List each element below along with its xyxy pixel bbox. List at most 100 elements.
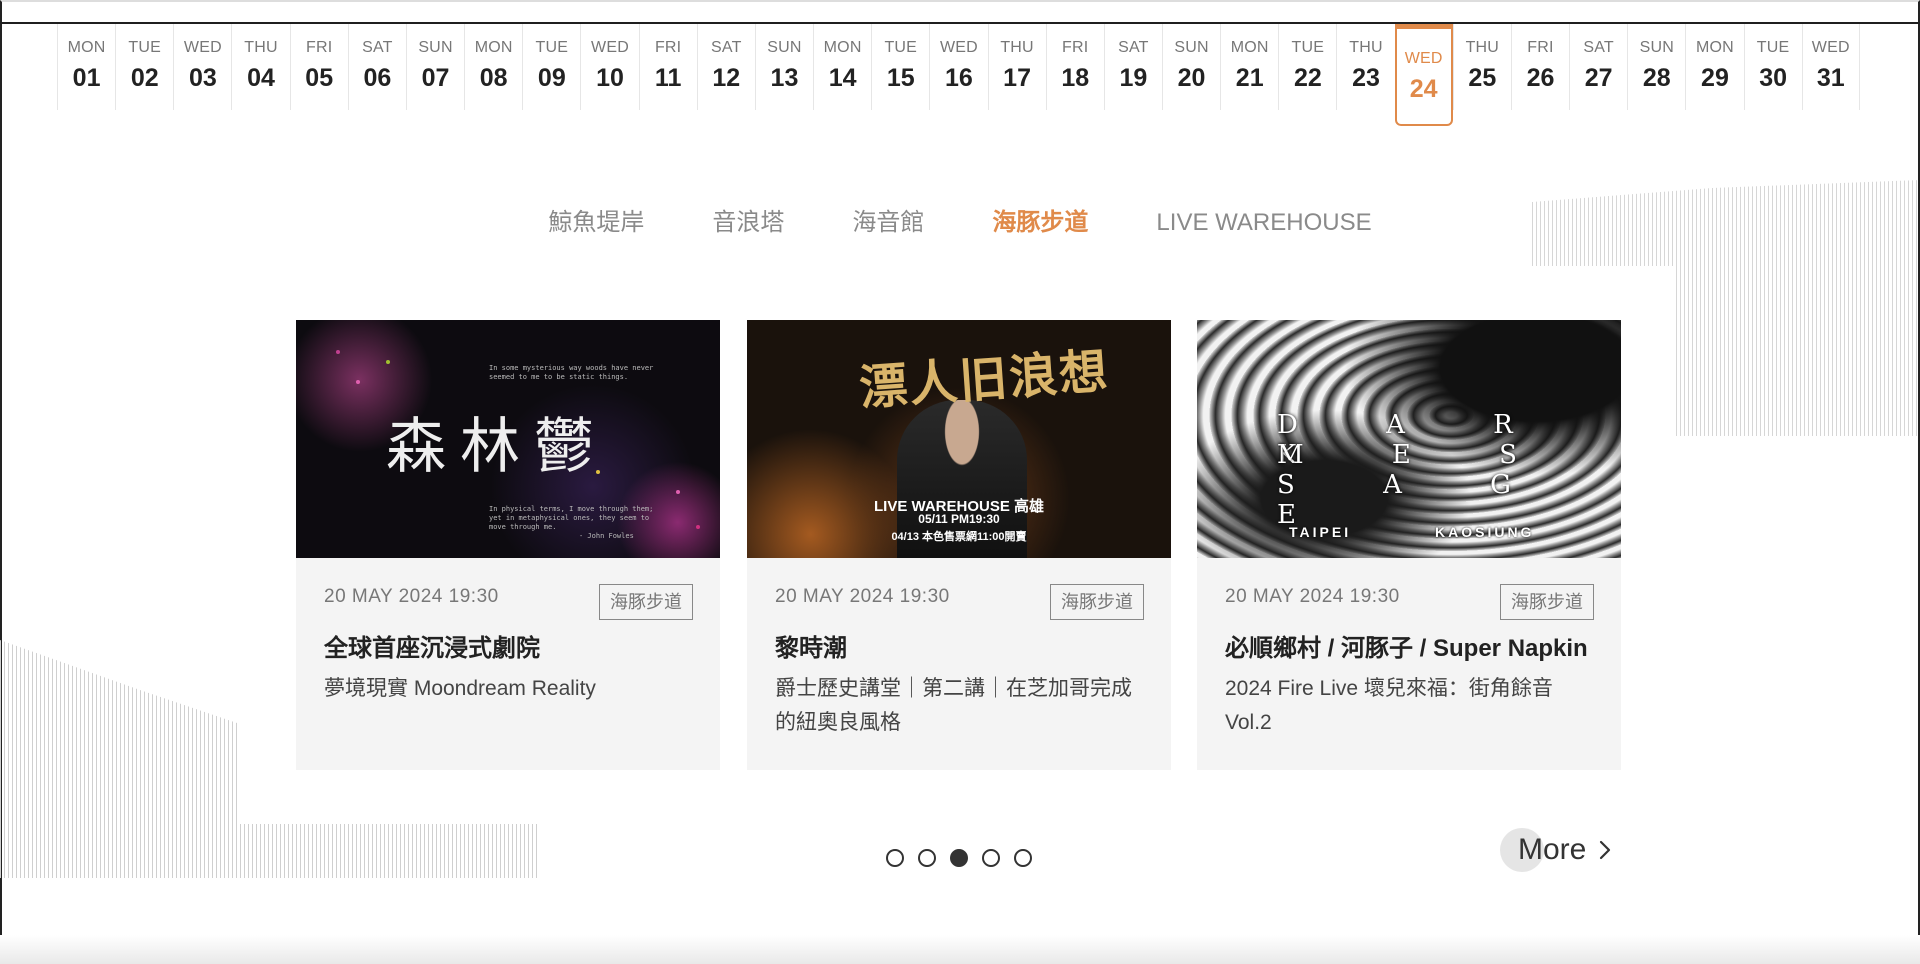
day-number: 12 <box>712 64 741 92</box>
day-name: WED <box>939 39 978 56</box>
day-cell-20[interactable]: SUN 20 <box>1161 24 1221 110</box>
day-cell-01[interactable]: MON 01 <box>57 24 116 110</box>
day-number: 09 <box>537 64 566 92</box>
day-cell-19[interactable]: SAT 19 <box>1103 24 1162 110</box>
more-label: More <box>1518 833 1587 866</box>
poster-line: In physical terms, I move through them; <box>489 505 654 513</box>
day-name: FRI <box>1062 39 1089 56</box>
day-cell-22[interactable]: TUE 22 <box>1278 24 1337 110</box>
day-cell-15[interactable]: TUE 15 <box>871 24 930 110</box>
day-cell-21[interactable]: MON 21 <box>1220 24 1279 110</box>
day-name: SAT <box>1118 39 1149 56</box>
day-cell-09[interactable]: TUE 09 <box>522 24 581 110</box>
day-number: 26 <box>1526 64 1555 92</box>
day-cell-26[interactable]: FRI 26 <box>1510 24 1570 110</box>
day-name: SUN <box>1174 39 1209 56</box>
day-name: THU <box>244 39 278 56</box>
poster-city-left: TAIPEI <box>1289 524 1352 540</box>
day-number: 08 <box>479 64 508 92</box>
day-cell-11[interactable]: FRI 11 <box>638 24 697 110</box>
day-number: 02 <box>130 64 159 92</box>
poster-time: 05/11 PM19:30 <box>918 512 1000 526</box>
day-number: 06 <box>363 64 392 92</box>
day-number: 15 <box>886 64 915 92</box>
carousel-pagination <box>886 849 1032 867</box>
day-name: THU <box>1000 39 1034 56</box>
day-cell-04[interactable]: THU 04 <box>231 24 290 110</box>
day-cell-17[interactable]: THU 17 <box>987 24 1046 110</box>
day-number: 13 <box>770 64 799 92</box>
event-card-1[interactable]: In some mysterious way woods have never … <box>296 320 720 770</box>
event-card-2[interactable]: 漂人旧浪想 LIVE WAREHOUSE 高雄 05/11 PM19:30 04… <box>747 320 1171 770</box>
venue-tab-4[interactable]: 海豚步道 <box>958 206 1122 240</box>
speck <box>386 360 390 364</box>
day-cell-07[interactable]: SUN 07 <box>405 24 465 110</box>
day-cell-27[interactable]: SAT 27 <box>1569 24 1628 110</box>
day-number: 11 <box>654 64 682 92</box>
day-cell-18[interactable]: FRI 18 <box>1045 24 1104 110</box>
day-cell-02[interactable]: TUE 02 <box>115 24 174 110</box>
day-name: TUE <box>128 39 162 56</box>
day-cell-13[interactable]: SUN 13 <box>754 24 814 110</box>
pagination-dot-1[interactable] <box>886 849 904 867</box>
day-name: SAT <box>1583 39 1614 56</box>
pagination-dot-3[interactable] <box>950 849 968 867</box>
day-cell-14[interactable]: MON 14 <box>813 24 872 110</box>
pagination-dot-2[interactable] <box>918 849 936 867</box>
poster-line: seemed to me to be static things. <box>489 373 629 381</box>
day-cell-08[interactable]: MON 08 <box>464 24 523 110</box>
day-name: SUN <box>767 39 802 56</box>
venue-tab-1[interactable]: 鯨魚堤岸 <box>514 206 678 240</box>
more-button[interactable]: More <box>1500 828 1620 872</box>
event-subtitle: 爵士歷史講堂｜第二講｜在芝加哥完成的紐奧良風格 <box>775 677 1132 734</box>
speck <box>676 490 680 494</box>
day-number: 23 <box>1352 64 1380 92</box>
day-cell-12[interactable]: SAT 12 <box>696 24 755 110</box>
day-name: TUE <box>1291 39 1325 56</box>
event-card-3[interactable]: D A R K M E S S A G E TAIPEI KAOSIUNG 20… <box>1197 320 1621 770</box>
day-name: SAT <box>362 39 393 56</box>
day-name: FRI <box>654 39 682 56</box>
day-cell-28[interactable]: SUN 28 <box>1627 24 1686 110</box>
poster-sale: 04/13 本色售票網11:00開賣 <box>891 531 1027 543</box>
event-card-body: 20 MAY 2024 19:30 海豚步道 黎時潮 爵士歷史講堂｜第二講｜在芝… <box>747 558 1171 740</box>
event-subtitle: 夢境現實 Moondream Reality <box>324 677 596 700</box>
venue-tab-2[interactable]: 音浪塔 <box>678 206 818 240</box>
day-number: 30 <box>1759 64 1788 92</box>
day-name: WED <box>183 39 222 56</box>
day-cell-24[interactable]: WED 24 <box>1394 24 1453 126</box>
day-cell-30[interactable]: TUE 30 <box>1743 24 1802 110</box>
day-number: 07 <box>421 64 450 92</box>
day-cell-06[interactable]: SAT 06 <box>347 24 406 110</box>
event-card-body: 20 MAY 2024 19:30 海豚步道 必順鄉村 / 河豚子 / Supe… <box>1197 558 1621 740</box>
pagination-dot-4[interactable] <box>982 849 1000 867</box>
day-name: MON <box>823 39 862 56</box>
day-cell-31[interactable]: WED 31 <box>1801 24 1860 110</box>
day-cell-05[interactable]: FRI 05 <box>289 24 348 110</box>
day-number: 05 <box>305 64 334 92</box>
day-number: 03 <box>188 64 217 92</box>
day-cell-23[interactable]: THU 23 <box>1336 24 1395 110</box>
venue-tag: 海豚步道 <box>599 584 693 620</box>
event-card-image: In some mysterious way woods have never … <box>296 320 720 558</box>
speck <box>696 525 700 529</box>
day-cell-16[interactable]: WED 16 <box>929 24 988 110</box>
speck <box>596 470 600 474</box>
day-number: 20 <box>1177 64 1206 92</box>
day-cell-25[interactable]: THU 25 <box>1452 24 1511 110</box>
venue-tab-5[interactable]: LIVE WAREHOUSE <box>1122 206 1405 240</box>
day-number: 17 <box>1003 64 1031 92</box>
day-name: WED <box>1404 50 1443 67</box>
chevron-right-icon <box>1598 828 1620 872</box>
day-cell-29[interactable]: MON 29 <box>1685 24 1744 110</box>
day-cell-03[interactable]: WED 03 <box>173 24 232 110</box>
day-number: 21 <box>1235 64 1264 92</box>
poster-credit: - John Fowles <box>579 532 634 540</box>
pagination-dot-5[interactable] <box>1014 849 1032 867</box>
day-name: SAT <box>711 39 742 56</box>
day-cell-10[interactable]: WED 10 <box>580 24 639 110</box>
poster-title: 漂人旧浪想 <box>857 343 1112 417</box>
venue-tab-3[interactable]: 海音館 <box>818 206 958 240</box>
day-number: 16 <box>945 64 973 92</box>
day-number: 22 <box>1293 64 1322 92</box>
